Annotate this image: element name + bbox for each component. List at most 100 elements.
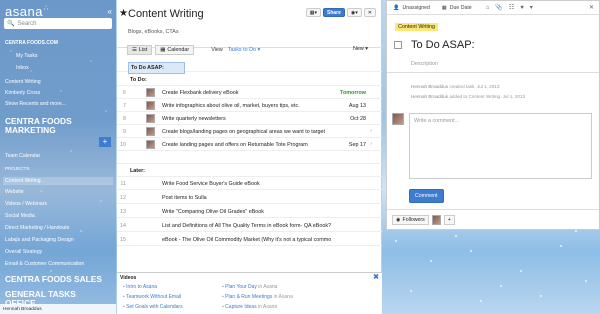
table-row[interactable]: 11 Write Food Service Buyer's Guide eBook	[117, 177, 382, 190]
table-row[interactable]: 6 Create Flexbank delivery eBook Tomorrow	[117, 86, 382, 99]
close-icon[interactable]: ✕	[363, 8, 376, 17]
sidebar-project-email[interactable]: Email & Customer Communication	[5, 261, 84, 267]
sidebar-project-labels[interactable]: Labels and Packaging Design	[5, 237, 74, 243]
section-header-row[interactable]	[117, 151, 382, 164]
due-date[interactable]: Oct 28	[350, 116, 366, 122]
team-calendar-link[interactable]: Team Calendar	[5, 153, 40, 159]
org-header-centra-foods-sales[interactable]: CENTRA FOODS SALES	[5, 275, 105, 284]
inbox-link[interactable]: Inbox	[16, 65, 29, 71]
star-icon[interactable]: ★	[119, 8, 128, 19]
assignee-avatar[interactable]	[146, 127, 155, 136]
table-row[interactable]: 15 eBook - The Olive Oil Commodity Market…	[117, 233, 382, 246]
assignee-avatar[interactable]	[146, 88, 155, 97]
org-header-centra-foods-marketing[interactable]: CENTRA FOODS MARKETING	[5, 117, 105, 135]
search-input[interactable]: 🔍 Search	[4, 18, 112, 29]
org-header-centrafoods[interactable]: CENTRA FOODS.COM	[5, 40, 58, 46]
section-header-row[interactable]: To Do:	[117, 73, 382, 86]
video-link-ideas[interactable]: ▪ Capture Ideas in Asana	[222, 304, 277, 310]
add-follower-button[interactable]: +	[443, 214, 455, 225]
asana-logo[interactable]: asana∴	[5, 4, 49, 19]
assignee-button[interactable]: 👤 Unassigned	[393, 5, 430, 11]
assignee-avatar[interactable]	[146, 140, 155, 149]
followers-button[interactable]: ◉ Followers	[392, 214, 429, 225]
sidebar: asana∴ « 🔍 Search CENTRA FOODS.COM My Tas…	[0, 0, 116, 314]
row-number: 7	[123, 103, 126, 109]
sidebar-project-content-writing[interactable]: Content Writing	[3, 177, 113, 185]
followers-bar: ◉ Followers +	[387, 209, 599, 229]
project-title[interactable]: Content Writing	[128, 8, 204, 20]
user-bar[interactable]: Hennah Broaddus	[0, 304, 116, 314]
new-task-button[interactable]: New ▾	[353, 46, 368, 52]
task-name[interactable]: Write quarterly newsletters	[162, 116, 226, 122]
video-link-meetings[interactable]: ▪ Plan & Run Meetings in Asana	[222, 294, 293, 300]
my-tasks-link[interactable]: My Tasks	[16, 53, 38, 59]
project-options-button[interactable]: ▦▾	[305, 8, 322, 17]
sidebar-project-direct-marketing[interactable]: Direct Marketing / Handouts	[5, 225, 69, 231]
sidebar-project-videos[interactable]: Videos / Webinars	[5, 201, 47, 207]
follower-avatar[interactable]	[431, 214, 441, 225]
assignee-avatar[interactable]	[146, 101, 155, 110]
videos-title: Videos	[120, 275, 137, 281]
project-tag[interactable]: Content Writing	[395, 23, 439, 31]
task-name[interactable]: Write Food Service Buyer's Guide eBook	[162, 181, 260, 187]
add-project-button[interactable]: +	[99, 137, 111, 147]
table-row[interactable]: 10 Create landing pages and offers on Ret…	[117, 138, 382, 151]
video-link-teamwork[interactable]: ▪ Teamwork Without Email	[123, 294, 181, 300]
snowflake	[540, 295, 542, 297]
table-row[interactable]: 14 List and Definitions of All The Qualit…	[117, 219, 382, 232]
section-header-row[interactable]: Later:	[117, 164, 382, 177]
video-link-plan-day[interactable]: ▪ Plan Your Day in Asana	[222, 284, 277, 290]
collapse-sidebar-icon[interactable]: «	[108, 7, 112, 16]
assignee-avatar[interactable]	[146, 114, 155, 123]
section-header[interactable]: Later:	[128, 167, 147, 175]
show-recents-link[interactable]: Show Recents and more...	[5, 101, 66, 107]
table-row[interactable]: 9 Create blogs/landing pages on geographi…	[117, 125, 382, 138]
task-name[interactable]: Write infographics about olive oil, mark…	[162, 103, 300, 109]
task-name[interactable]: Create blogs/landing pages on geographic…	[162, 129, 325, 135]
attach-icon[interactable]: 📎	[495, 4, 502, 11]
task-name[interactable]: List and Definitions of All The Quality …	[162, 223, 331, 229]
complete-checkbox[interactable]	[394, 41, 402, 49]
sidebar-item-kimberly-cross[interactable]: Kimberly Cross	[5, 90, 40, 96]
tag-icon[interactable]: ⌂	[486, 5, 490, 11]
comment-button[interactable]: Comment	[409, 189, 444, 203]
snowflake	[575, 230, 577, 232]
tab-list[interactable]: ☰ List	[127, 44, 153, 55]
table-row[interactable]: 8 Write quarterly newsletters Oct 28	[117, 112, 382, 125]
subtask-icon[interactable]: ☷	[509, 4, 514, 11]
task-name[interactable]: Create Flexbank delivery eBook	[162, 90, 238, 96]
due-date[interactable]: Sep 17	[349, 142, 366, 148]
sidebar-project-overall-strategy[interactable]: Overall Strategy	[5, 249, 42, 255]
heart-icon[interactable]: ♥	[520, 5, 524, 11]
table-row[interactable]: 7 Write infographics about olive oil, mar…	[117, 99, 382, 112]
tab-calendar[interactable]: ▦ Calendar	[155, 44, 195, 55]
section-header[interactable]: To Do:	[128, 76, 149, 84]
task-name[interactable]: Write "Comparing Olive Oil Grades" eBook	[162, 209, 264, 215]
share-button[interactable]: Share	[323, 8, 345, 17]
description-field[interactable]: Description	[411, 61, 438, 67]
task-name[interactable]: eBook - The Olive Oil Commodity Market (…	[162, 237, 331, 243]
due-date[interactable]: Tomorrow	[340, 90, 366, 96]
open-task-arrow-icon[interactable]: ›	[370, 128, 372, 134]
video-link-intro[interactable]: ▪ Intro to Asana	[123, 284, 157, 290]
sidebar-project-website[interactable]: Website	[5, 189, 24, 195]
task-name[interactable]: Post items to Sulla	[162, 195, 207, 201]
view-filter-dropdown[interactable]: Tasks to Do ▾	[228, 47, 260, 53]
video-link-goals[interactable]: ▪ Set Goals with Calendars	[123, 304, 183, 310]
open-task-arrow-icon[interactable]: ›	[370, 141, 372, 147]
project-description[interactable]: Blogs, eBooks, CTAs	[128, 29, 179, 35]
rss-button[interactable]: ◉▾	[346, 8, 362, 17]
task-name[interactable]: Create landing pages and offers on Retur…	[162, 142, 308, 148]
table-row[interactable]: 13 Write "Comparing Olive Oil Grades" eBo…	[117, 205, 382, 218]
table-row[interactable]: 12 Post items to Sulla	[117, 191, 382, 204]
comment-input[interactable]: Write a comment...	[409, 113, 592, 179]
close-videos-icon[interactable]: ✖	[373, 273, 379, 281]
sidebar-item-content-writing[interactable]: Content Writing	[5, 79, 41, 85]
due-date[interactable]: Aug 13	[349, 103, 366, 109]
close-icon[interactable]: ✕	[589, 4, 594, 11]
sidebar-project-social-media[interactable]: Social Media	[5, 213, 35, 219]
section-header-row[interactable]: To Do ASAP:	[117, 59, 382, 74]
due-date-button[interactable]: ▦ Due Date	[442, 5, 472, 11]
more-icon[interactable]: ▾	[530, 4, 533, 11]
task-title[interactable]: To Do ASAP:	[411, 39, 475, 51]
